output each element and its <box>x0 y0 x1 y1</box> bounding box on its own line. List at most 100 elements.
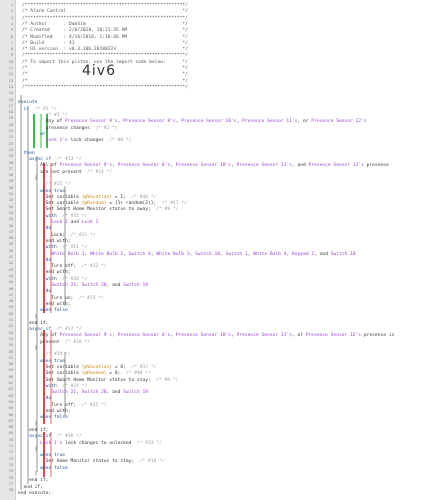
import-code[interactable]: 4iv6 <box>82 63 116 79</box>
line-number: 14 <box>8 84 13 89</box>
code-line[interactable]: Set variable {@Vacation} = 1; /* #40 */ <box>18 195 157 201</box>
line-number: 66 <box>8 412 13 417</box>
line-number: 30 <box>8 185 13 190</box>
line-number: 2 <box>10 9 13 14</box>
code-line[interactable]: Turn on; /* #23 */ <box>18 296 104 302</box>
line-number: 44 <box>8 273 13 278</box>
line-number: 6 <box>10 34 13 39</box>
code-line[interactable]: Lock 1's lock changes to unlocked /* #33… <box>18 441 162 447</box>
code-line[interactable]: end with; <box>18 270 71 276</box>
code-line[interactable]: present /* #18 */ <box>18 340 90 346</box>
code-line[interactable]: do <box>18 289 52 295</box>
code-line[interactable]: } <box>18 422 38 428</box>
code-line[interactable]: Lock 1's lock changes /* #6 */ <box>18 138 132 144</box>
line-number: 1 <box>10 3 13 7</box>
code-line[interactable]: or <box>18 132 46 138</box>
code-line[interactable]: end with; <box>18 302 71 308</box>
line-number: 50 <box>8 311 13 316</box>
code-line[interactable]: if /* #1 */ <box>18 107 57 113</box>
code-line[interactable]: Any of Presence Sensor 9's, Presence Sen… <box>18 119 367 125</box>
line-number: 4 <box>10 21 13 26</box>
code-line[interactable]: with /* #35 */ <box>18 214 88 220</box>
line-number: 63 <box>8 393 13 398</box>
code-line[interactable]: /* #2 */ <box>18 113 68 119</box>
code-line[interactable]: then <box>18 151 35 157</box>
line-number: 38 <box>8 236 13 241</box>
code-line[interactable]: /* #15 */ <box>18 182 71 188</box>
code-line[interactable]: } <box>18 315 38 321</box>
header-comment-line: /* Modified : 4/16/2018, 1:18:46 PM */ <box>22 34 188 40</box>
header-comment-line: /* Build : 41 */ <box>22 40 188 46</box>
code-line[interactable]: Any of Presence Sensor 9's, Presence Sen… <box>18 333 394 339</box>
code-line[interactable]: Turn off; /* #25 */ <box>18 403 106 409</box>
line-number: 39 <box>8 242 13 247</box>
code-line[interactable]: with /* #11 */ <box>18 245 88 251</box>
header-comment-line: /***************************************… <box>22 84 188 90</box>
line-number: 68 <box>8 425 13 430</box>
code-line[interactable]: Lock; /* #21 */ <box>18 233 95 239</box>
code-line[interactable]: Switch 21, Switch 20, and Switch 19 <box>18 283 148 289</box>
code-line[interactable]: Set Smart Home Monitor status to stay; /… <box>18 378 179 384</box>
code-line[interactable]: when false <box>18 415 68 421</box>
code-line[interactable]: end if; <box>18 485 43 491</box>
code-line[interactable]: when false <box>18 466 68 472</box>
line-number: 48 <box>8 299 13 304</box>
line-number: 25 <box>8 154 13 159</box>
code-line[interactable]: do <box>18 226 52 232</box>
line-number: 43 <box>8 267 13 272</box>
line-number: 69 <box>8 431 13 436</box>
line-number: 5 <box>10 28 13 33</box>
line-number: 77 <box>8 481 13 486</box>
code-line[interactable]: end with; <box>18 409 71 415</box>
code-line[interactable]: when false <box>18 308 68 314</box>
code-line[interactable]: execute <box>18 100 37 106</box>
code-line[interactable]: Set variable {@Vacation} = 0; /* #37 */ <box>18 365 157 371</box>
header-comment-line: /* */ <box>22 78 188 84</box>
line-number: 65 <box>8 406 13 411</box>
code-line[interactable]: async if /* #13 */ <box>18 157 82 163</box>
line-number: 13 <box>8 78 13 83</box>
code-line[interactable]: when true <box>18 359 65 365</box>
code-line[interactable]: end execute; <box>18 491 51 497</box>
code-line[interactable]: Set variable {@Random} = 0; /* #48 */ <box>18 371 151 377</box>
line-number: 45 <box>8 280 13 285</box>
line-number: 70 <box>8 437 13 442</box>
line-number: 7 <box>10 40 13 45</box>
code-line[interactable]: end with; <box>18 239 71 245</box>
code-line[interactable]: presence changes /* #2 */ <box>18 126 118 132</box>
line-number: 33 <box>8 204 13 209</box>
code-line[interactable]: All of Presence Sensor 9's, Presence Sen… <box>18 163 389 169</box>
code-line[interactable]: { <box>18 447 38 453</box>
code-line[interactable]: end if; <box>18 321 48 327</box>
code-line[interactable]: with /* #20 */ <box>18 277 88 283</box>
code-line[interactable]: async if /* #16 */ <box>18 434 82 440</box>
code-line[interactable]: end if; <box>18 478 48 484</box>
code-line[interactable]: do <box>18 258 52 264</box>
line-number: 41 <box>8 255 13 259</box>
line-number: 22 <box>8 135 13 140</box>
code-line[interactable]: are not present /* #14 */ <box>18 170 112 176</box>
code-line[interactable]: Set Smart Home Monitor status to away; /… <box>18 207 179 213</box>
code-line[interactable]: end if; <box>18 428 48 434</box>
code-line[interactable]: } <box>18 472 38 478</box>
code-line[interactable]: { <box>18 346 38 352</box>
code-line[interactable]: do <box>18 396 52 402</box>
code-line[interactable]: when true <box>18 189 65 195</box>
code-line[interactable]: { <box>18 176 38 182</box>
code-line[interactable]: White Bulb 1, White Bulb 2, Switch 8, Wh… <box>18 252 355 258</box>
line-number: 64 <box>8 399 13 404</box>
line-number: 18 <box>8 110 13 115</box>
line-number: 51 <box>8 318 13 322</box>
code-line[interactable]: /* #19 */ <box>18 352 71 358</box>
code-line[interactable]: with /* #24 */ <box>18 384 88 390</box>
line-number: 54 <box>8 336 13 341</box>
line-number: 73 <box>8 456 13 461</box>
line-number: 78 <box>8 488 13 493</box>
line-number: 52 <box>8 324 13 329</box>
line-number: 11 <box>8 66 13 70</box>
line-number: 24 <box>8 147 13 152</box>
code-line[interactable]: Lock 2 and Lock 1 <box>18 220 98 226</box>
line-number: 27 <box>8 166 13 171</box>
line-number: 49 <box>8 305 13 310</box>
code-line[interactable]: Set Home Monitor status to stay; /* #10 … <box>18 459 165 465</box>
